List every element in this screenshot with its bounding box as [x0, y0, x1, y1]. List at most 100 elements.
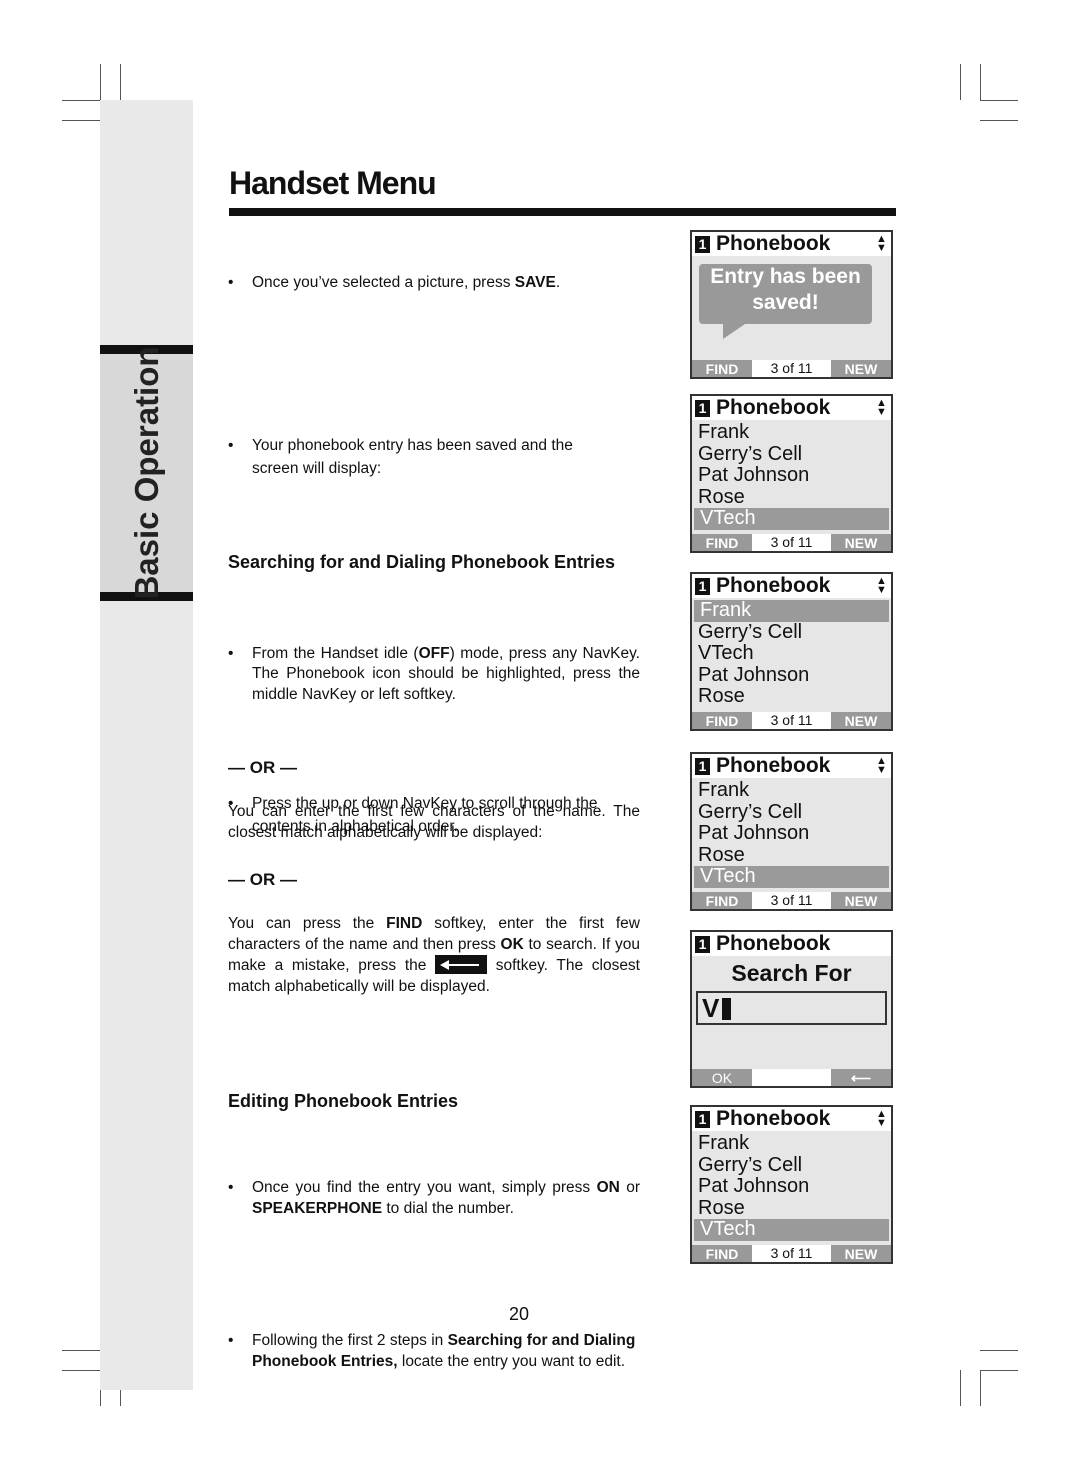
screen-header: 1 Phonebook — [692, 574, 891, 598]
list-item: VTech — [694, 865, 889, 888]
page-title: Handset Menu — [229, 165, 437, 201]
entry-count: 3 of 11 — [770, 892, 813, 908]
list-item: Gerry’s Cell — [698, 800, 803, 823]
left-softkey[interactable]: FIND — [692, 360, 752, 377]
list-item: Gerry’s Cell — [698, 442, 803, 465]
left-softkey[interactable]: FIND — [692, 712, 752, 729]
entry-count: 3 of 11 — [770, 1245, 813, 1261]
backspace-key-icon — [435, 955, 488, 974]
phonebook-number-icon: 1 — [695, 757, 710, 775]
up-down-arrow-icon: ▲ ▼ — [876, 233, 887, 254]
phonebook-number-icon: 1 — [695, 577, 710, 595]
backspace-softkey[interactable]: ⟵ — [831, 1069, 891, 1086]
phonebook-number-icon: 1 — [695, 935, 710, 953]
entry-count: 3 of 11 — [770, 534, 813, 550]
or-divider: — OR — — [228, 870, 297, 889]
up-down-arrow-icon: ▲ ▼ — [876, 755, 887, 776]
search-step-dial: Once you find the entry you want, simply… — [228, 1178, 640, 1219]
list-item: VTech — [698, 642, 754, 664]
cursor-icon — [722, 998, 732, 1020]
entry-list: Frank Gerry’s Cell Pat Johnson Rose VTech — [692, 1131, 891, 1241]
screen-header: 1 Phonebook — [692, 396, 891, 420]
up-down-arrow-icon: ▲ ▼ — [876, 575, 887, 596]
phonebook-number-icon: 1 — [695, 399, 710, 417]
right-softkey[interactable]: NEW — [831, 360, 891, 377]
search-label: Search For — [731, 960, 852, 986]
softkey-bar: FIND 3 of 11 NEW — [692, 534, 891, 551]
page-number: 20 — [508, 1304, 530, 1324]
up-down-arrow-icon: ▲ ▼ — [876, 1108, 887, 1129]
screen-title: Phonebook — [716, 232, 831, 255]
list-item: VTech — [694, 507, 889, 530]
screen-title: Phonebook — [716, 574, 831, 597]
saved-message-bubble: Entry has been saved! — [699, 264, 872, 339]
handset-screen: 1 Phonebook ▲ ▼ Entry has been saved! FIND 3 o… — [690, 230, 893, 379]
softkey-bar: FIND 3 of 11 NEW — [692, 360, 891, 377]
list-item: Rose — [698, 485, 745, 508]
left-softkey[interactable]: FIND — [692, 1245, 752, 1262]
search-input[interactable]: V — [696, 991, 887, 1025]
softkey-spacer — [752, 1069, 831, 1086]
up-down-arrow-icon: ▲ ▼ — [876, 397, 887, 418]
list-item: Pat Johnson — [698, 464, 810, 486]
section-tab-label: Basic Operation — [127, 346, 165, 600]
softkey-bar: FIND 3 of 11 NEW — [692, 892, 891, 909]
screen-title: Phonebook — [716, 1107, 831, 1130]
right-softkey[interactable]: NEW — [831, 1245, 891, 1262]
softkey-bar: FIND 3 of 11 NEW — [692, 712, 891, 729]
list-item: Rose — [698, 1196, 745, 1219]
list-item: Frank — [698, 421, 750, 443]
handset-screen: 1 Phonebook ▲ ▼ Frank Gerry’s Cell Pat Johnson… — [690, 752, 893, 911]
entry-list: Frank Gerry’s Cell Pat Johnson Rose VTech — [692, 778, 891, 888]
list-item: Pat Johnson — [698, 822, 810, 844]
section-tab: Basic Operation — [100, 345, 193, 601]
handset-screen: 1 Phonebook ▲ ▼ Frank Gerry’s Cell VTech Pat Jo… — [690, 572, 893, 731]
edit-step-1: Following the first 2 steps in Searching… — [228, 1331, 640, 1372]
screen-title: Phonebook — [716, 754, 831, 777]
phonebook-number-icon: 1 — [695, 235, 710, 253]
softkey-bar: OK ⟵ — [692, 1069, 891, 1086]
list-item: Pat Johnson — [698, 1175, 810, 1197]
list-item: Gerry’s Cell — [698, 620, 803, 643]
handset-screen: 1 Phonebook ▲ ▼ Frank Gerry’s Cell Pat Johnson… — [690, 1105, 893, 1264]
screen-header: 1 Phonebook — [692, 932, 891, 956]
right-softkey[interactable]: NEW — [831, 534, 891, 551]
screen-header: 1 Phonebook — [692, 754, 891, 778]
list-item: Frank — [698, 1132, 750, 1154]
edit-heading: Editing Phonebook Entries — [228, 1091, 459, 1111]
entry-count: 3 of 11 — [770, 712, 813, 728]
list-item: Rose — [698, 843, 745, 866]
search-value: V — [702, 993, 720, 1023]
or-divider: — OR — — [228, 758, 297, 777]
entry-count: 3 of 11 — [770, 360, 813, 376]
search-step-1: From the Handset idle (OFF) mode, press … — [228, 644, 640, 706]
handset-screen: 1 Phonebook ▲ ▼ Frank Gerry’s Cell Pat Johnson… — [690, 394, 893, 553]
list-item: Frank — [698, 779, 750, 801]
title-rule — [229, 208, 896, 216]
sidebar-strip — [100, 100, 193, 1390]
left-softkey[interactable]: FIND — [692, 534, 752, 551]
screen-header: 1 Phonebook — [692, 1107, 891, 1131]
entry-list: Frank Gerry’s Cell VTech Pat Johnson Rose — [692, 598, 891, 708]
list-item: Frank — [694, 599, 889, 622]
screen-header: 1 Phonebook — [692, 232, 891, 256]
phonebook-number-icon: 1 — [695, 1110, 710, 1128]
step-save: Once you’ve selected a picture, press SA… — [228, 273, 640, 294]
list-item: Gerry’s Cell — [698, 1153, 803, 1176]
search-heading: Searching for and Dialing Phonebook Entr… — [228, 552, 616, 572]
left-softkey[interactable]: FIND — [692, 892, 752, 909]
list-item: VTech — [694, 1218, 889, 1241]
softkey-bar: FIND 3 of 11 NEW — [692, 1245, 891, 1262]
handset-screen: 1 Phonebook Search For V OK ⟵ — [690, 930, 893, 1088]
step-saved-display: Your phonebook entry has been saved and … — [228, 434, 618, 480]
list-item: Pat Johnson — [698, 663, 810, 686]
screen-title: Phonebook — [716, 396, 831, 419]
screen-title: Phonebook — [716, 932, 831, 955]
search-option-find: You can press the FIND softkey, enter th… — [228, 915, 640, 995]
right-softkey[interactable]: NEW — [831, 712, 891, 729]
list-item: Rose — [698, 685, 745, 707]
right-softkey[interactable]: NEW — [831, 892, 891, 909]
search-option-characters: You can enter the first few characters o… — [228, 803, 640, 841]
entry-list: Frank Gerry’s Cell Pat Johnson Rose VTech — [692, 420, 891, 530]
left-softkey[interactable]: OK — [692, 1069, 752, 1086]
